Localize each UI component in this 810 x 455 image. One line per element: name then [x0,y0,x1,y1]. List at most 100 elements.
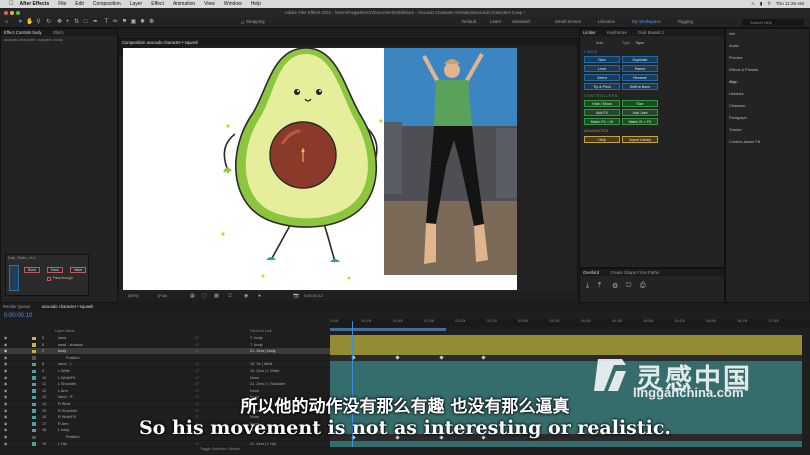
duik-ease-button[interactable]: Ease [47,267,63,273]
layer-row[interactable]: ◉ 8 hand - L ∕ ∕ 13. Ve | Wrist [0,361,330,368]
visibility-eye-icon[interactable]: ◉ [4,381,7,388]
zoom-dropdown[interactable]: (50%) [128,292,139,300]
visibility-eye-icon[interactable]: ◉ [4,348,7,355]
viewer-timecode[interactable]: 0;00;00;12 [304,292,323,300]
parent-link-header[interactable]: Parent & Link [250,329,272,333]
menu-edit[interactable]: Edit [75,1,84,7]
panel-effects-presets[interactable]: Effects & Presets [729,68,758,72]
home-icon[interactable]: ⌂ [3,19,10,26]
label-color-swatch[interactable] [32,349,36,354]
label-color-swatch[interactable] [32,362,36,367]
panel-tracker[interactable]: Tracker [729,128,742,132]
add-joint-button[interactable]: Add Joint [622,109,658,116]
export-icon[interactable]: ⎋ [626,282,632,290]
menu-help[interactable]: Help [251,1,261,7]
tab-limber[interactable]: Limber [583,30,596,35]
layer-row[interactable]: ◉ 5 seed ∕ ∕ 7. body [0,335,330,342]
roto-tool-icon[interactable]: ✸ [139,19,146,26]
tab-timeline-comp[interactable]: avocado character • squash [42,304,94,309]
size-button[interactable]: Size [622,100,658,107]
label-color-swatch[interactable] [32,356,36,360]
pan-behind-icon[interactable]: + [64,19,71,26]
layer-duration-bar[interactable] [330,335,802,342]
rectangle-tool-icon[interactable]: □ [82,19,89,26]
layer-parent-dropdown[interactable]: 7. body [250,342,262,349]
layer-switches[interactable]: ∕ ∕ [196,348,198,355]
minimize-window-icon[interactable] [10,10,14,15]
workspace-standard[interactable]: Standard [512,19,530,24]
tab-composition[interactable]: Composition avocado character • squash [122,40,198,45]
tab-effect-controls[interactable]: Effect Controls body [4,30,42,35]
limb-button[interactable]: Limb [584,65,620,72]
menu-view[interactable]: View [204,1,215,7]
layer-row[interactable]: ◉ Position [0,355,330,362]
layer-row[interactable]: ◉ 6 seed - shadow ∕ ∕ 7. body [0,342,330,349]
type-tool-icon[interactable]: T [103,19,110,26]
layer-name[interactable]: seed [58,335,66,342]
snapping-checkbox-icon[interactable]: ☐ [239,19,246,26]
mask-visibility-icon[interactable]: ⎋ [228,292,232,300]
layer-parent-dropdown[interactable]: 21. Zero | L Hip [250,441,276,448]
layer-name[interactable]: L Shoulder [58,381,76,388]
settings-icon[interactable]: ⚙ [612,282,618,290]
visibility-eye-icon[interactable]: ◉ [4,355,7,362]
layer-duration-bar[interactable] [330,341,802,349]
workspace-default[interactable]: Default [462,19,476,24]
zoom-tool-icon[interactable]: ⚲ [35,19,42,26]
new-button[interactable]: New [584,56,620,63]
layer-switches[interactable]: ∕ ∕ [196,368,198,375]
label-color-swatch[interactable] [32,376,36,380]
time-ruler[interactable]: 0:00f 00:15f 01:00f 01:15f 02:00f 02:15f 03:00… [330,319,810,327]
menu-file[interactable]: File [58,1,66,7]
transparency-grid-icon[interactable]: ▩ [214,292,219,300]
tab-create-shape[interactable]: Create Shape From Paths [610,270,659,275]
workspace-rigging[interactable]: Rigging [678,19,693,24]
panel-align[interactable]: Align [729,80,737,84]
layer-name[interactable]: L Hip [58,441,67,448]
stamp-tool-icon[interactable]: ⚑ [121,19,128,26]
layer-duration-bar[interactable] [330,440,802,448]
duik-color-swatch[interactable] [9,265,19,291]
pull-shapes-icon[interactable]: ⤒ [598,282,601,290]
label-color-swatch[interactable] [32,369,36,374]
layer-name[interactable]: L Wrist/FK [58,375,76,382]
layer-parent-dropdown[interactable]: 7. body [250,335,262,342]
parent-button[interactable]: Parent [622,65,658,72]
shift-to-bone-button[interactable]: Shift to Bone [622,83,658,90]
keyframe-diamond-icon[interactable] [439,355,444,360]
orbit-tool-icon[interactable]: ↻ [45,19,52,26]
keyframe-diamond-icon[interactable] [395,355,400,360]
help-button[interactable]: Help [584,136,620,143]
close-window-icon[interactable] [4,10,8,15]
brush-tool-icon[interactable]: ✏ [112,19,119,26]
wifi-icon[interactable]: ∿ [751,1,755,7]
camera-snapshot-icon[interactable]: ◉ [244,292,248,300]
tab-glitch[interactable]: Glitch [53,30,64,35]
menu-app-name[interactable]: After Effects [20,1,50,7]
menu-layer[interactable]: Layer [130,1,143,7]
panel-libraries[interactable]: Libraries [729,92,744,96]
menu-window[interactable]: Window [224,1,242,7]
tip-pivot-button[interactable]: Tip & Pivot [584,83,620,90]
label-color-swatch[interactable] [32,442,36,446]
color-channel-icon[interactable]: ● [258,292,261,300]
panel-content-aware-fill[interactable]: Content-Aware Fill [729,140,760,144]
keyframe-diamond-icon[interactable] [481,355,486,360]
timeline-timecode[interactable]: 0:00:00:10 [4,313,32,319]
layer-switches[interactable]: ∕ ∕ [196,342,198,349]
panel-info[interactable]: Info [729,32,735,36]
tab-keyframes[interactable]: Keyframes [607,30,627,35]
visibility-eye-icon[interactable]: ◉ [4,361,7,368]
push-shapes-icon[interactable]: ⤓ [586,282,589,290]
layer-parent-dropdown[interactable]: None [250,375,259,382]
match-fk-ik-button[interactable]: Match FK > IK [584,118,620,125]
duik-bone-button[interactable]: Bone [24,267,40,273]
region-icon[interactable]: ▢ [202,292,207,300]
layer-switches[interactable]: ∕ ∕ [196,441,198,448]
layer-parent-dropdown[interactable]: 21. Zero | body [250,348,275,355]
layer-row[interactable]: ◉ 9 L Wrist ∕ ∕ 14. Zero | L Wrist [0,368,330,375]
resolution-dropdown[interactable]: (Full) [158,292,167,300]
work-area-bar[interactable] [330,328,446,331]
duplicate-button[interactable]: Duplicate [622,56,658,63]
toggle-switches-modes[interactable]: Toggle Switches / Modes [200,447,240,451]
